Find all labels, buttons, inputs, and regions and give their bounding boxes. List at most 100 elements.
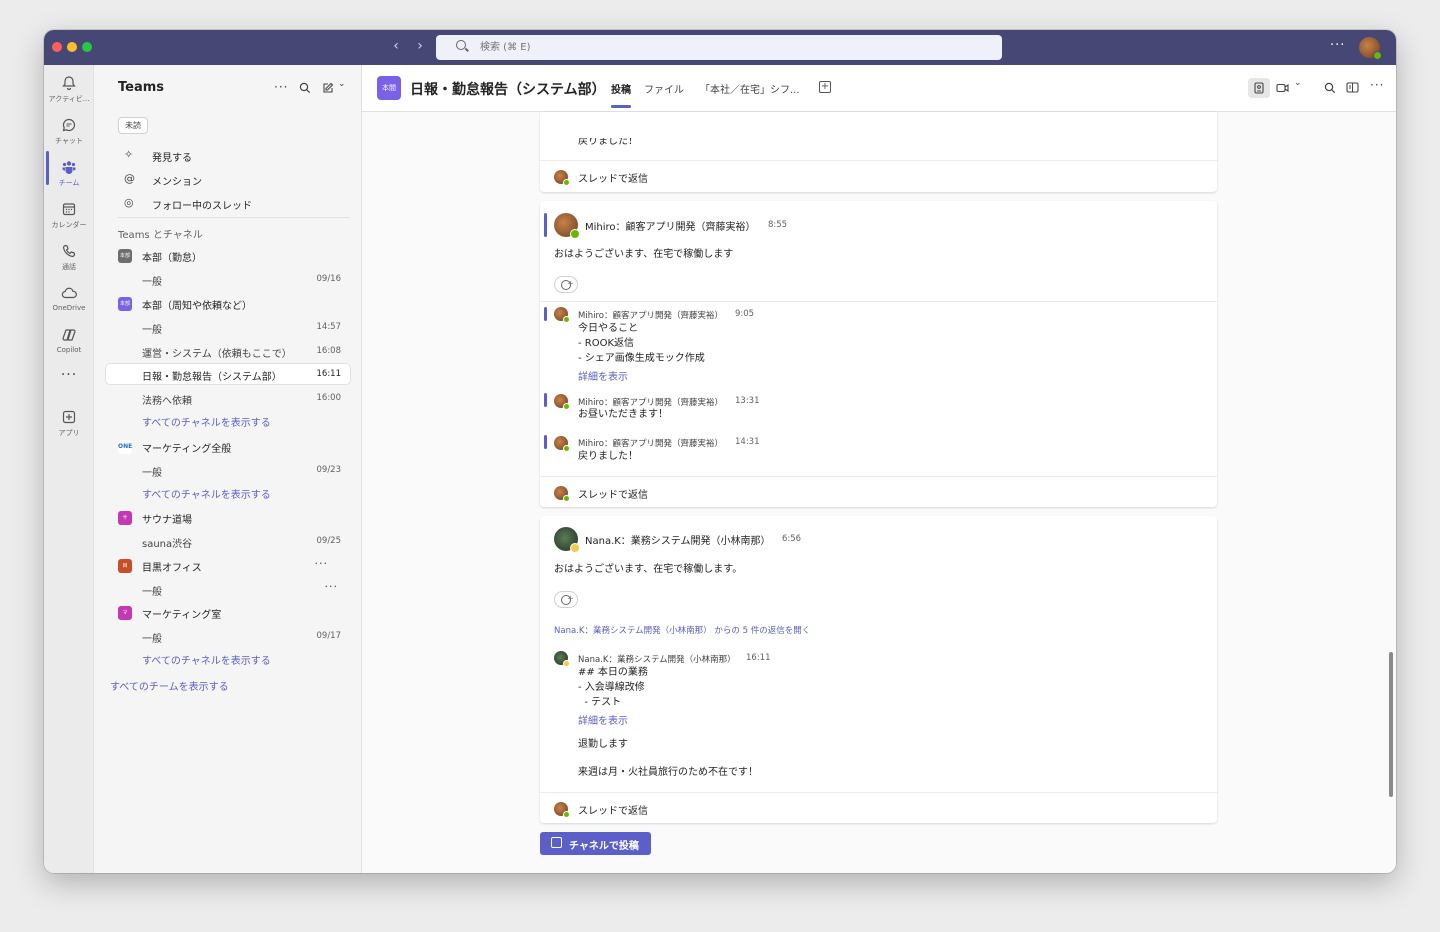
team-badge: 本部	[118, 297, 132, 311]
show-all-channels-link[interactable]: すべてのチャネルを表示する	[142, 414, 271, 429]
team-marketing-general[interactable]: ONE マーケティング全般	[118, 438, 350, 456]
rail-item-teams[interactable]: チーム	[44, 153, 94, 193]
reply-author[interactable]: Mihiro：顧客アプリ開発（齊藤実裕）	[578, 437, 723, 449]
scrollbar[interactable]	[1389, 652, 1393, 797]
close-window-button[interactable]	[52, 42, 62, 52]
back-arrow-icon[interactable]: ‹	[388, 38, 404, 54]
channel-item[interactable]: 一般 ···	[106, 579, 350, 599]
show-all-channels-link[interactable]: すべてのチャネルを表示する	[142, 652, 271, 667]
more-apps-icon[interactable]: ···	[44, 367, 94, 383]
author-name[interactable]: Mihiro：顧客アプリ開発（齊藤実裕）	[585, 218, 756, 233]
tab-shift[interactable]: 「本社／在宅」シフ...	[700, 81, 800, 96]
reply-in-thread-button[interactable]: スレッドで返信	[540, 160, 1217, 191]
team-honbu-kintai[interactable]: 本部 本部（勤怠）	[118, 247, 350, 265]
rail-item-calendar[interactable]: カレンダー	[44, 195, 94, 235]
reply-author[interactable]: Nana.K：業務システム開発（小林南那）	[578, 653, 736, 665]
avatar	[554, 394, 570, 410]
show-all-channels-link[interactable]: すべてのチャネルを表示する	[142, 486, 271, 501]
forward-arrow-icon[interactable]: ›	[412, 38, 428, 54]
channel-badge: 本間	[377, 76, 401, 100]
channel-info-icon[interactable]	[1346, 82, 1359, 93]
add-tab-icon[interactable]: +	[819, 81, 831, 93]
accent-bar	[544, 435, 547, 449]
rail-item-apps[interactable]: アプリ	[44, 403, 94, 443]
tab-files[interactable]: ファイル	[644, 81, 684, 96]
search-icon[interactable]	[299, 82, 311, 94]
channel-item[interactable]: 一般 09/16	[106, 269, 350, 289]
cloud-icon	[61, 287, 77, 299]
chevron-down-icon[interactable]: ⌄	[1294, 78, 1302, 88]
rail-item-chat[interactable]: チャット	[44, 111, 94, 151]
compose-icon[interactable]	[322, 82, 334, 94]
add-reaction-icon[interactable]	[554, 591, 578, 608]
maximize-window-button[interactable]	[82, 42, 92, 52]
reply-author[interactable]: Mihiro：顧客アプリ開発（齊藤実裕）	[578, 309, 723, 321]
rail-item-label: 通話	[62, 263, 76, 271]
rail-item-copilot[interactable]: Copilot	[44, 321, 94, 361]
timestamp: 6:56	[782, 534, 802, 544]
channel-time: 16:08	[316, 346, 342, 356]
team-honbu-shuchi[interactable]: 本部 本部（周知や依頼など）	[118, 295, 350, 313]
reply-line: 戻りました！	[578, 451, 638, 462]
channel-name: 運営・システム（依頼もここで）	[142, 349, 292, 360]
more-options-icon[interactable]: ···	[1370, 78, 1384, 92]
search-bar[interactable]	[436, 35, 1002, 60]
rail-item-activity[interactable]: アクティビ...	[44, 69, 94, 109]
more-options-icon[interactable]: ···	[1330, 38, 1345, 53]
rail-item-onedrive[interactable]: OneDrive	[44, 279, 94, 319]
avatar[interactable]	[554, 527, 580, 553]
search-icon[interactable]	[1324, 82, 1336, 94]
reply-label: スレッドで返信	[578, 806, 648, 817]
active-tab-indicator	[611, 105, 631, 108]
avatar	[554, 307, 570, 323]
unread-filter-chip[interactable]: 未読	[118, 117, 148, 134]
search-input[interactable]	[480, 39, 880, 56]
channel-item[interactable]: 法務へ依頼 16:00	[106, 388, 350, 408]
minimize-window-button[interactable]	[67, 42, 77, 52]
divider	[118, 217, 350, 218]
accent-bar	[544, 307, 547, 321]
reply-in-thread-button[interactable]: スレッドで返信	[540, 792, 1217, 823]
team-badge: マ	[118, 606, 132, 620]
more-options-icon[interactable]: ···	[274, 80, 288, 94]
post-in-channel-button[interactable]: チャネルで投稿	[540, 832, 651, 855]
rail-item-label: チーム	[58, 179, 80, 187]
team-name: 本部（勤怠）	[142, 253, 202, 264]
avatar	[554, 436, 570, 452]
channel-item-active[interactable]: 日報・勤怠報告（システム部） 16:11	[106, 364, 350, 384]
show-details-link[interactable]: 詳細を表示	[578, 368, 628, 383]
team-marketing-room[interactable]: マ マーケティング室	[118, 604, 350, 622]
channel-time: 09/23	[316, 465, 342, 475]
team-meguro[interactable]: 目 目黒オフィス ···	[118, 557, 350, 575]
divider	[540, 301, 1217, 302]
more-options-icon[interactable]: ···	[325, 580, 339, 593]
channel-item[interactable]: 運営・システム（依頼もここで） 16:08	[106, 341, 350, 361]
phone-icon	[62, 244, 76, 258]
rail-item-label: アプリ	[58, 429, 80, 437]
reply-timestamp: 13:31	[735, 396, 760, 406]
channel-item[interactable]: 一般 14:57	[106, 317, 350, 337]
video-call-icon[interactable]	[1276, 83, 1289, 93]
chevron-down-icon[interactable]: ⌄	[338, 79, 346, 89]
team-sauna[interactable]: サ サウナ道場	[118, 509, 350, 527]
add-reaction-icon[interactable]	[554, 276, 578, 293]
more-options-icon[interactable]: ···	[315, 557, 329, 570]
reply-line: お昼いただきます！	[578, 409, 668, 420]
channel-item[interactable]: 一般 09/17	[106, 626, 350, 646]
channel-name: sauna渋谷	[142, 539, 193, 550]
open-replies-link[interactable]: Nana.K：業務システム開発（小林南那） からの 5 件の返信を開く	[554, 624, 810, 636]
teams-icon	[62, 161, 76, 174]
tab-posts[interactable]: 投稿	[611, 81, 631, 96]
reply-line: 来週は月・火社員旅行のため不在です！	[578, 767, 758, 778]
author-name[interactable]: Nana.K：業務システム開発（小林南那）	[585, 532, 771, 547]
message-text: おはようございます、在宅で稼働します	[554, 249, 734, 260]
user-avatar[interactable]	[1359, 37, 1382, 60]
show-details-link[interactable]: 詳細を表示	[578, 712, 628, 727]
show-all-teams-link[interactable]: すべてのチームを表示する	[110, 678, 229, 693]
avatar[interactable]	[554, 213, 580, 239]
channel-item[interactable]: 一般 09/23	[106, 460, 350, 480]
sidebar-item-label: フォロー中のスレッド	[152, 201, 252, 212]
reply-in-thread-button[interactable]: スレッドで返信	[540, 476, 1217, 507]
channel-item[interactable]: sauna渋谷 09/25	[106, 531, 350, 551]
rail-item-calls[interactable]: 通話	[44, 237, 94, 277]
